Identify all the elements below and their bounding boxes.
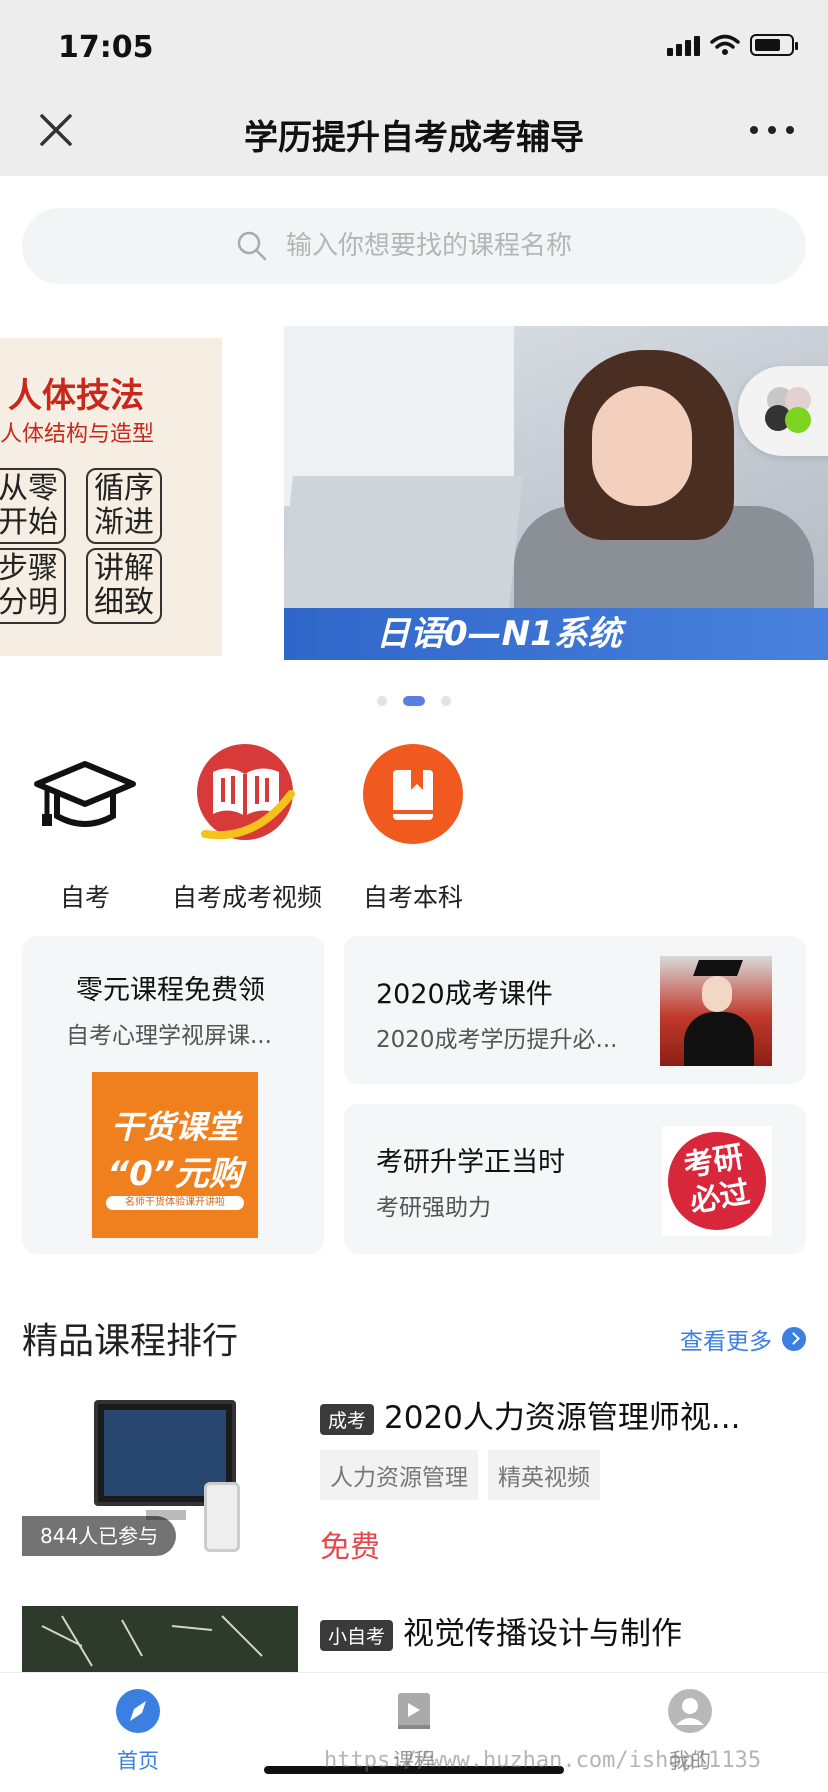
promo-image: 考研 必过	[660, 1124, 774, 1238]
promo-subtitle: 自考心理学视屏课...	[66, 1023, 272, 1049]
chevron-right-icon	[782, 1327, 806, 1351]
chalkboard-graphic	[41, 1615, 263, 1667]
open-book-icon	[197, 744, 295, 840]
bookmark-book-icon	[363, 744, 463, 844]
slide-box: 循序 渐进	[86, 468, 162, 544]
tab-home[interactable]: 首页	[78, 1687, 198, 1775]
top-bar: 17:05 学历提升自考成考辅导	[0, 0, 828, 176]
floating-menu-button[interactable]	[738, 366, 828, 456]
status-time: 17:05	[58, 30, 154, 65]
more-icon[interactable]	[750, 120, 794, 140]
course-item[interactable]: 小自考 视觉传播设计与制作	[22, 1606, 806, 1676]
promo-subtitle: 考研强助力	[376, 1195, 491, 1221]
carousel-dot[interactable]	[377, 696, 387, 706]
promo-title: 考研升学正当时	[376, 1147, 565, 1178]
banner-caption: 日语0—N1系统	[284, 608, 828, 660]
search-icon	[237, 231, 267, 261]
floating-logo-icon	[765, 387, 811, 433]
promo-title: 零元课程免费领	[76, 975, 265, 1006]
participants-badge: 844人已参与	[22, 1516, 177, 1556]
course-title: 成考 2020人力资源管理师视...	[320, 1392, 800, 1437]
category-label: 自考	[59, 883, 110, 912]
carousel-dot[interactable]	[441, 696, 451, 706]
see-more-label: 查看更多	[680, 1329, 772, 1355]
category-label: 自考成考视频	[171, 883, 322, 912]
section-title: 精品课程排行	[22, 1321, 239, 1362]
search-input[interactable]	[286, 231, 686, 261]
signal-icon	[667, 34, 700, 56]
slide-box: 步骤 分明	[0, 548, 66, 624]
slide-box: 从零 开始	[0, 468, 66, 544]
user-icon	[668, 1689, 712, 1733]
category-bachelor[interactable]: 自考本科	[328, 742, 498, 914]
course-title: 小自考 视觉传播设计与制作	[320, 1608, 800, 1653]
course-thumbnail	[22, 1606, 298, 1676]
phone-graphic	[204, 1482, 240, 1552]
category-video[interactable]: 自考成考视频	[162, 742, 332, 914]
compass-icon	[116, 1689, 160, 1733]
slide-box: 讲解 细致	[86, 548, 162, 624]
course-thumbnail: 844人已参与	[22, 1392, 298, 1560]
page-title: 学历提升自考成考辅导	[244, 118, 584, 158]
tab-label: 首页	[117, 1749, 159, 1773]
status-icons	[667, 34, 798, 56]
banner-photo	[592, 386, 692, 506]
course-chips: 人力资源管理 精英视频	[320, 1450, 600, 1500]
slide-title: 人体技法	[8, 376, 144, 416]
carousel-dot-active[interactable]	[403, 696, 425, 706]
course-price: 免费	[320, 1530, 380, 1565]
watermark: https://www.huzhan.com/ishop11135	[324, 1748, 762, 1773]
course-item[interactable]: 844人已参与 成考 2020人力资源管理师视... 人力资源管理 精英视频 免费	[22, 1392, 806, 1572]
course-book-icon	[398, 1693, 430, 1729]
tab-bar: 首页 课程 我的	[0, 1672, 828, 1792]
kaoyan-seal: 考研 必过	[660, 1124, 774, 1238]
wifi-icon	[710, 34, 740, 55]
category-zikao[interactable]: 自考	[0, 742, 170, 914]
course-chip: 精英视频	[488, 1450, 600, 1500]
course-tag: 成考	[320, 1404, 375, 1435]
promo-image	[660, 956, 772, 1066]
graduation-cap-icon	[34, 761, 136, 827]
carousel-indicator	[0, 696, 828, 706]
category-label: 自考本科	[362, 883, 463, 912]
course-tag: 小自考	[320, 1620, 394, 1651]
promo-card-2020-courseware[interactable]: 2020成考课件 2020成考学历提升必...	[344, 936, 806, 1084]
see-more-link[interactable]: 查看更多	[680, 1322, 806, 1356]
promo-image: 干货课堂 “0”元购 名师干货体验课开讲啦	[92, 1072, 258, 1238]
search-bar[interactable]	[22, 208, 806, 284]
banner-slide-japanese[interactable]: 日语0—N1系统	[284, 326, 828, 660]
promo-subtitle: 2020成考学历提升必...	[376, 1027, 618, 1053]
slide-subtitle: 人体结构与造型	[0, 422, 155, 447]
promo-title: 2020成考课件	[376, 979, 553, 1010]
banner-carousel[interactable]: 人体技法 人体结构与造型 从零 开始 循序 渐进 步骤 分明 讲解 细致 日语0—N1系…	[0, 326, 828, 660]
promo-card-free-course[interactable]: 零元课程免费领 自考心理学视屏课... 干货课堂 “0”元购 名师干货体验课开讲…	[22, 936, 324, 1254]
course-chip: 人力资源管理	[320, 1450, 478, 1500]
promo-card-kaoyan[interactable]: 考研升学正当时 考研强助力 考研 必过	[344, 1104, 806, 1254]
banner-slide-anatomy[interactable]: 人体技法 人体结构与造型 从零 开始 循序 渐进 步骤 分明 讲解 细致	[0, 338, 222, 656]
battery-icon	[750, 34, 798, 56]
